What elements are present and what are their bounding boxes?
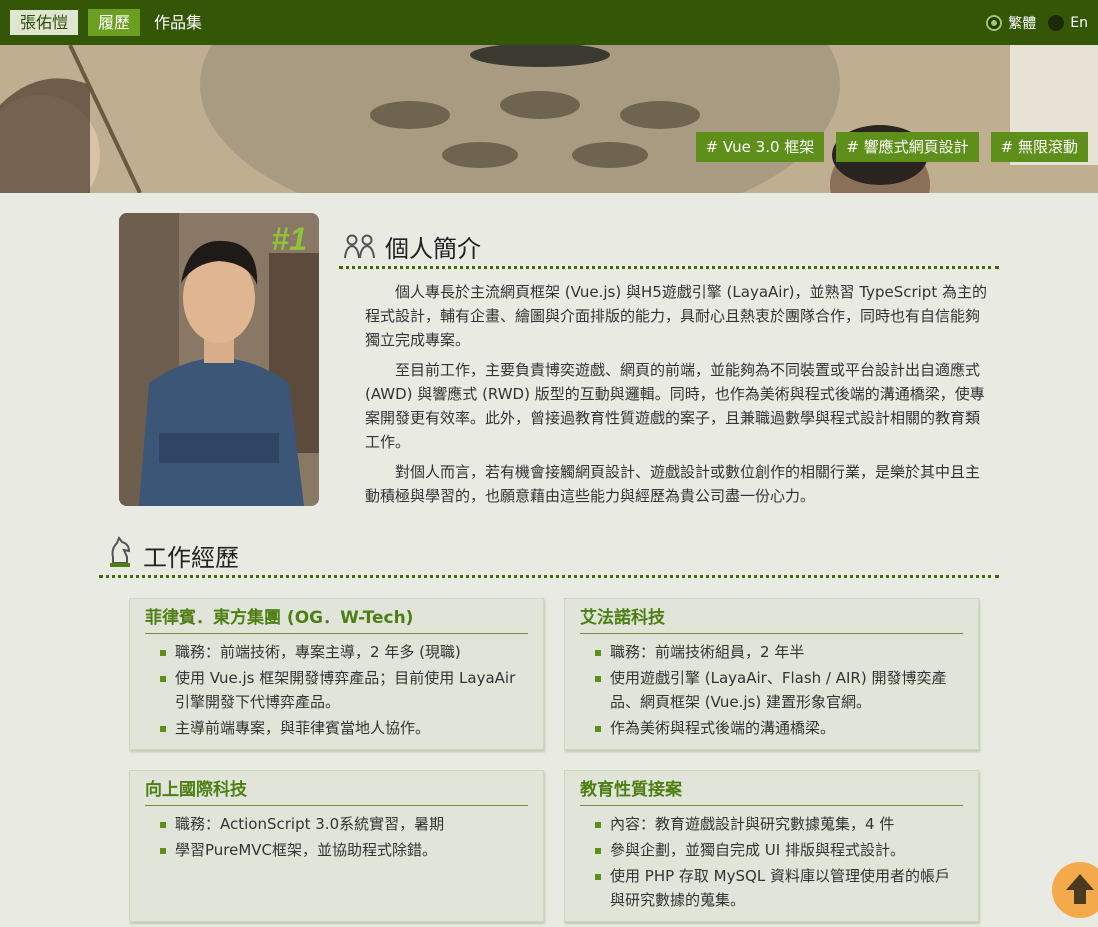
duty-list: 職務：前端技術，專案主導，2 年多 (現職) 使用 Vue.js 框架開發博弈產… (145, 640, 528, 740)
list-item: 內容：教育遊戲設計與研究數據蒐集，4 件 (595, 812, 963, 836)
people-icon (343, 232, 377, 264)
duty-list: 內容：教育遊戲設計與研究數據蒐集，4 件 參與企劃，並獨自完成 UI 排版與程式… (580, 812, 963, 912)
lang-label-en[interactable]: En (1070, 15, 1088, 31)
duty-list: 職務：前端技術組員，2 年半 使用遊戲引擎 (LayaAir、Flash / A… (580, 640, 963, 740)
site-brand[interactable]: 張佑愷 (10, 10, 79, 35)
lang-radio-zh[interactable] (986, 15, 1003, 31)
banner-illustration (0, 45, 1098, 193)
section-title: 工作經歷 (143, 544, 239, 572)
company-name: 向上國際科技 (145, 777, 528, 806)
company-name: 教育性質接案 (580, 777, 963, 806)
section-title: 個人簡介 (385, 235, 481, 263)
intro-paragraph: 至目前工作，主要負責博奕遊戲、網頁的前端，並能夠為不同裝置或平台設計出自適應式 … (365, 361, 985, 451)
lang-label-zh[interactable]: 繁體 (1008, 13, 1036, 33)
nav-item-resume[interactable]: 履歷 (88, 9, 141, 36)
intro-paragraph: 個人專長於主流網頁框架 (Vue.js) 與H5遊戲引擎 (LayaAir)，並… (365, 283, 987, 349)
skill-tag[interactable]: # Vue 3.0 框架 (695, 132, 825, 162)
list-item: 職務：前端技術組員，2 年半 (595, 640, 963, 664)
hero-banner: # Vue 3.0 框架 # 響應式網頁設計 # 無限滾動 (0, 45, 1098, 193)
skill-tags: # Vue 3.0 框架 # 響應式網頁設計 # 無限滾動 (695, 132, 1088, 162)
work-section-header: 工作經歷 (99, 535, 999, 578)
work-card: 菲律賓．東方集團 (OG．W-Tech) 職務：前端技術，專案主導，2 年多 (… (129, 598, 544, 750)
profile-intro: 個人專長於主流網頁框架 (Vue.js) 與H5遊戲引擎 (LayaAir)，並… (365, 280, 987, 514)
company-name: 菲律賓．東方集團 (OG．W-Tech) (145, 605, 528, 634)
skill-tag[interactable]: # 響應式網頁設計 (836, 132, 979, 162)
company-name: 艾法諾科技 (580, 605, 963, 634)
top-navbar: 張佑愷 履歷 作品集 繁體 En (0, 0, 1098, 45)
list-item: 使用 Vue.js 框架開發博弈產品；目前使用 LayaAir 引擎開發下代博弈… (160, 666, 528, 714)
intro-paragraph: 對個人而言，若有機會接觸網頁設計、遊戲設計或數位創作的相關行業，是樂於其中且主動… (365, 463, 981, 505)
list-item: 使用遊戲引擎 (LayaAir、Flash / AIR) 開發博奕產品、網頁框架… (595, 666, 963, 714)
work-card: 教育性質接案 內容：教育遊戲設計與研究數據蒐集，4 件 參與企劃，並獨自完成 U… (564, 770, 979, 922)
list-item: 主導前端專案，與菲律賓當地人協作。 (160, 716, 528, 740)
nav-item-portfolio[interactable]: 作品集 (144, 9, 212, 36)
language-switch: 繁體 En (986, 13, 1088, 33)
work-card: 向上國際科技 職務：ActionScript 3.0系統實習，暑期 學習Pure… (129, 770, 544, 922)
list-item: 學習PureMVC框架，並協助程式除錯。 (160, 838, 528, 862)
list-item: 參與企劃，並獨自完成 UI 排版與程式設計。 (595, 838, 963, 862)
profile-photo: #1 (119, 213, 319, 506)
rank-badge: #1 (271, 221, 307, 257)
list-item: 職務：ActionScript 3.0系統實習，暑期 (160, 812, 528, 836)
lang-radio-en[interactable] (1048, 15, 1065, 31)
chess-knight-icon (105, 535, 135, 573)
scroll-top-button[interactable] (1052, 862, 1098, 918)
profile-section-header: 個人簡介 (339, 232, 999, 269)
duty-list: 職務：ActionScript 3.0系統實習，暑期 學習PureMVC框架，並… (145, 812, 528, 862)
list-item: 職務：前端技術，專案主導，2 年多 (現職) (160, 640, 528, 664)
work-card: 艾法諾科技 職務：前端技術組員，2 年半 使用遊戲引擎 (LayaAir、Fla… (564, 598, 979, 750)
list-item: 使用 PHP 存取 MySQL 資料庫以管理使用者的帳戶與研究數據的蒐集。 (595, 864, 963, 912)
list-item: 作為美術與程式後端的溝通橋梁。 (595, 716, 963, 740)
skill-tag[interactable]: # 無限滾動 (990, 132, 1088, 162)
arrow-up-icon (1066, 874, 1094, 904)
